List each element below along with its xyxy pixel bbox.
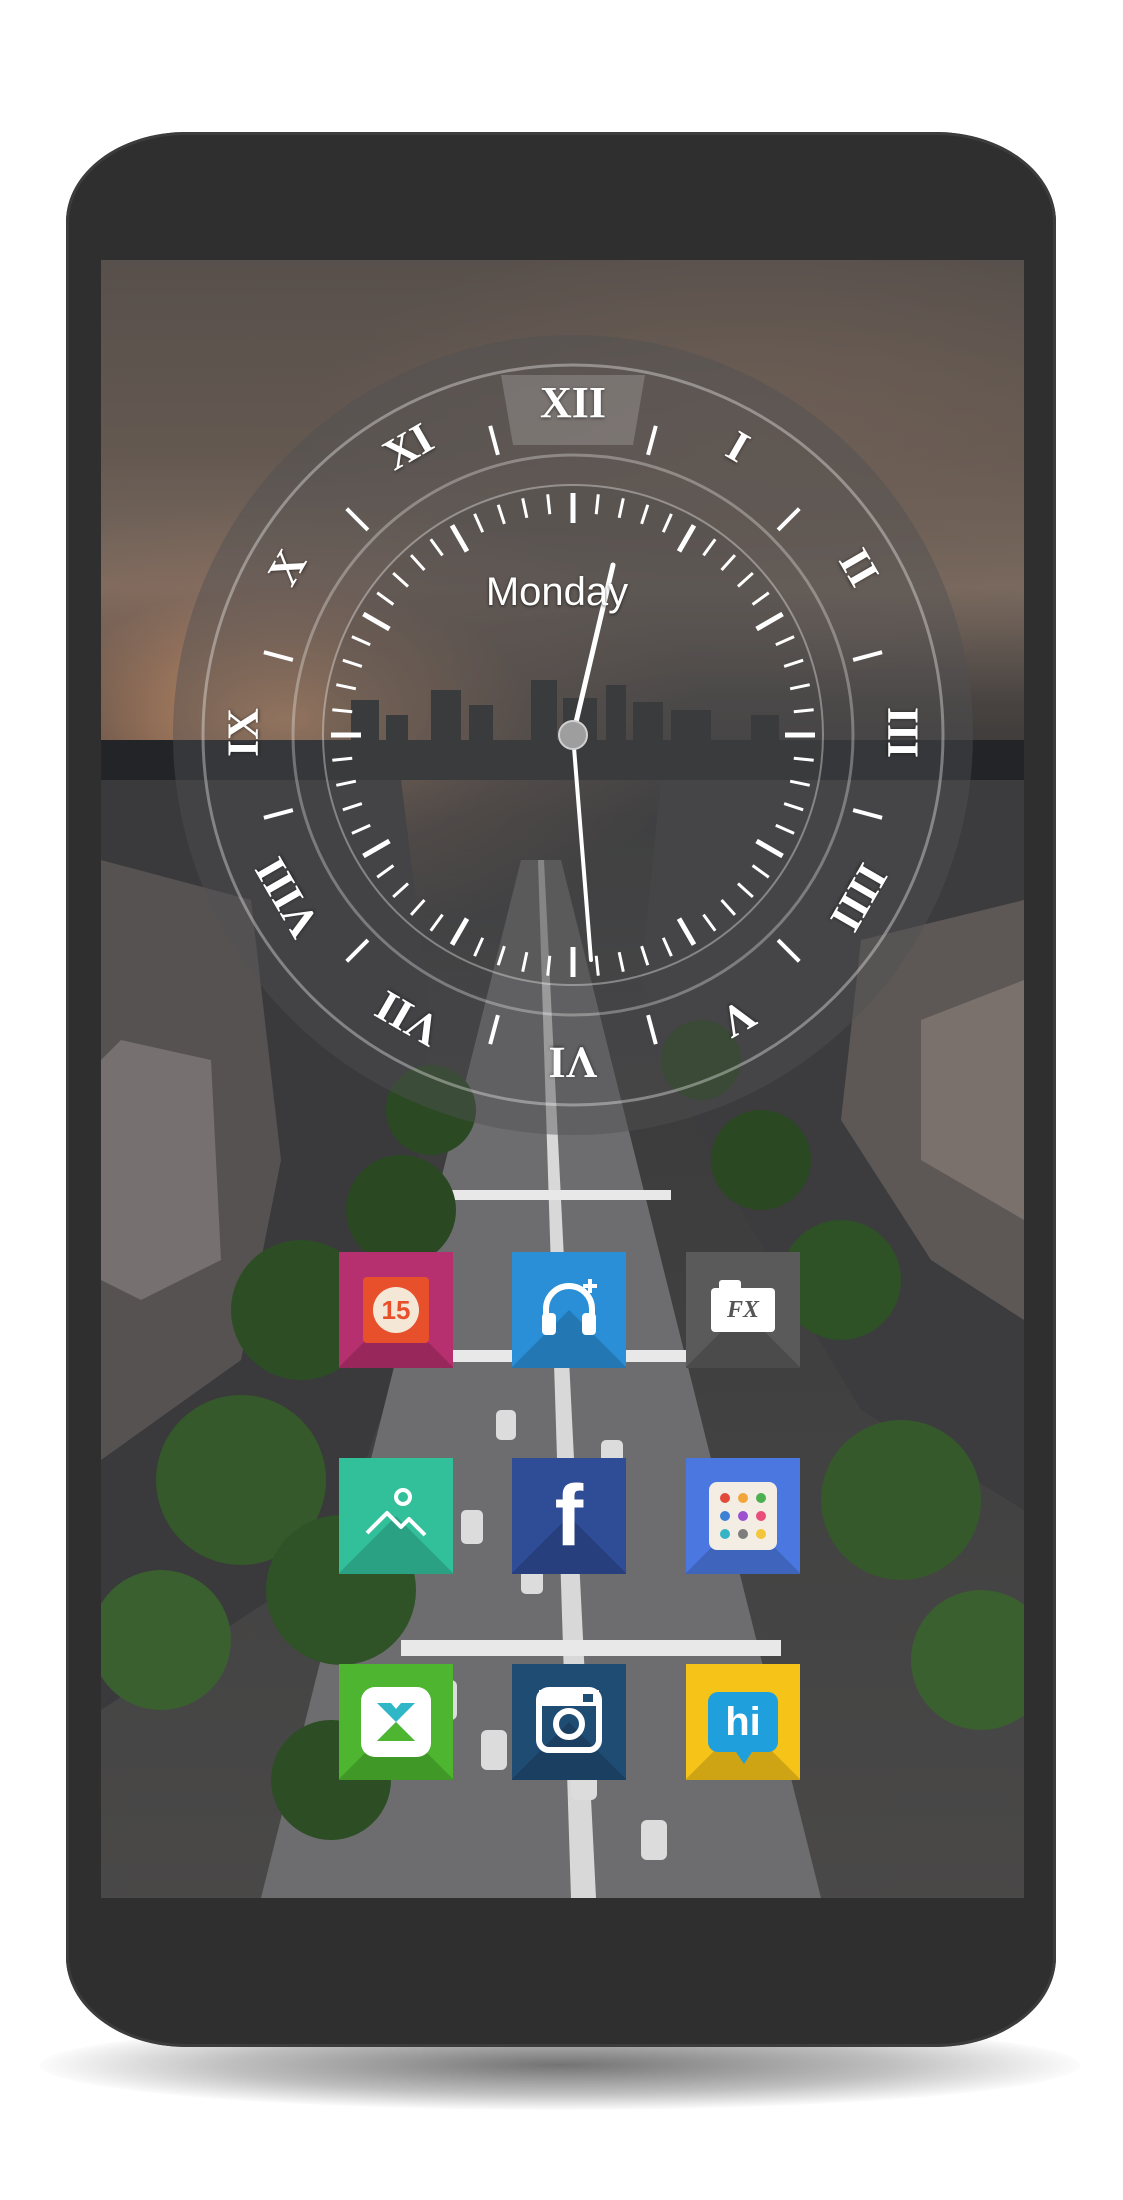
calendar-icon: 15 (363, 1277, 429, 1343)
clock-numeral: III (878, 706, 928, 759)
xender-app[interactable] (339, 1664, 453, 1780)
dots-grid-icon (709, 1482, 777, 1550)
fx-folder-icon: FX (711, 1280, 775, 1332)
clock-numeral: IX (218, 708, 268, 757)
music-app[interactable] (512, 1252, 626, 1368)
xender-icon (361, 1687, 431, 1757)
weekday-label: Monday (485, 570, 629, 614)
fx-file-explorer-app[interactable]: FX (686, 1252, 800, 1368)
app-drawer[interactable] (686, 1458, 800, 1574)
mountain-icon (361, 1479, 431, 1554)
facebook-f: f (554, 1468, 584, 1564)
facebook-app[interactable]: f (512, 1458, 626, 1574)
clock-numeral: XII (539, 378, 607, 427)
instagram-app[interactable] (512, 1664, 626, 1780)
clock-numeral: VI (548, 1038, 598, 1087)
fx-label: FX (726, 1296, 759, 1323)
hike-label: hi (725, 1699, 761, 1744)
instagram-icon (535, 1686, 603, 1759)
home-screen[interactable]: Monday XII I II III IIII V VI VII VIII IX X XI 15 FX… (101, 260, 1024, 1898)
hike-messenger-app[interactable]: hi (686, 1664, 800, 1780)
gallery-app[interactable] (339, 1458, 453, 1574)
calendar-app[interactable]: 15 (339, 1252, 453, 1368)
headphones-icon (534, 1273, 604, 1348)
calendar-date-label: 15 (373, 1287, 419, 1333)
facebook-icon: f (555, 1473, 584, 1559)
hi-chat-icon: hi (708, 1692, 778, 1764)
